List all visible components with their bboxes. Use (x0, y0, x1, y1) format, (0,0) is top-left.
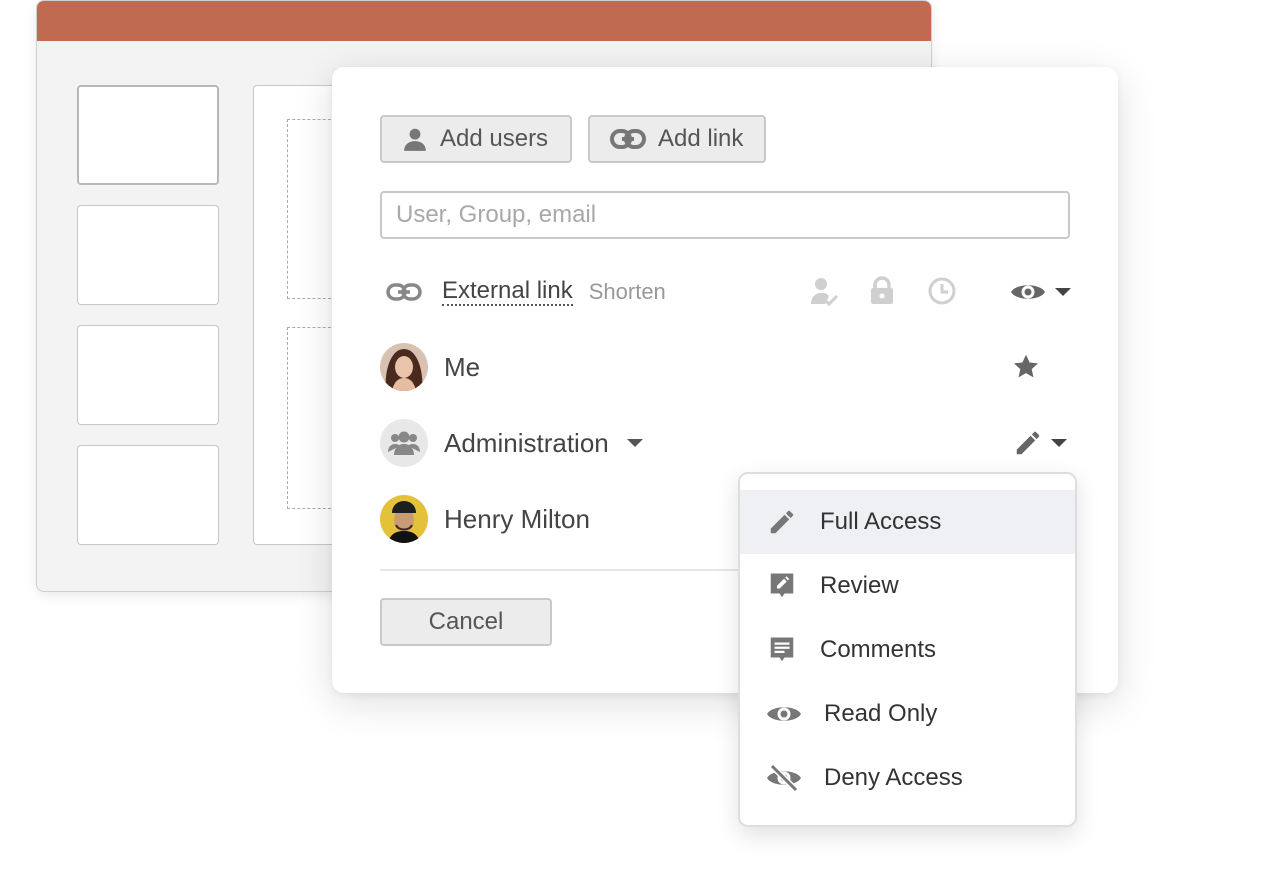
menu-item-comments[interactable]: Comments (740, 618, 1075, 682)
eye-slash-icon (764, 760, 804, 796)
page-thumbnail[interactable] (77, 85, 219, 185)
page-thumbnail[interactable] (77, 205, 219, 305)
group-name: Administration (444, 427, 609, 458)
star-icon (1010, 351, 1042, 383)
menu-item-label: Read Only (824, 700, 938, 727)
chevron-down-icon (1055, 288, 1071, 296)
user-row: Me (380, 343, 1070, 391)
user-search-input[interactable] (380, 191, 1070, 239)
shorten-link[interactable]: Shorten (589, 279, 666, 305)
group-row: Administration (380, 419, 1070, 467)
group-access-dropdown[interactable] (1008, 427, 1072, 459)
eye-icon (1011, 285, 1045, 299)
page-thumbnail[interactable] (77, 445, 219, 545)
user-name: Me (444, 351, 481, 382)
menu-item-label: Comments (820, 636, 937, 663)
cancel-button[interactable]: Cancel (380, 598, 552, 646)
menu-item-full-access[interactable]: Full Access (740, 490, 1075, 554)
avatar (380, 343, 428, 391)
avatar (380, 495, 428, 543)
group-avatar (380, 419, 428, 467)
external-link[interactable]: External link (442, 277, 573, 307)
add-users-label: Add users (440, 125, 549, 152)
eye-icon (764, 696, 804, 732)
add-link-label: Add link (658, 125, 744, 152)
pencil-icon (1016, 431, 1040, 455)
lock-icon[interactable] (868, 275, 896, 307)
background-titlebar (37, 1, 931, 41)
comment-icon (764, 632, 800, 668)
user-name: Henry Milton (444, 503, 590, 534)
link-icon (610, 129, 646, 149)
menu-item-read-only[interactable]: Read Only (740, 682, 1075, 746)
access-rights-menu: Full Access Review Comments Read Only De… (738, 472, 1077, 827)
add-users-button[interactable]: Add users (380, 115, 572, 163)
add-link-button[interactable]: Add link (588, 115, 766, 163)
link-access-dropdown[interactable] (1008, 277, 1072, 307)
menu-item-label: Full Access (820, 508, 942, 535)
pencil-icon (764, 504, 800, 540)
menu-item-review[interactable]: Review (740, 554, 1075, 618)
user-icon (404, 128, 426, 151)
external-link-row: External link Shorten (380, 268, 1070, 316)
user-check-icon[interactable] (808, 275, 840, 309)
page-thumbnail[interactable] (77, 325, 219, 425)
chevron-down-icon[interactable] (626, 439, 643, 447)
clock-icon[interactable] (926, 275, 958, 307)
link-icon (386, 283, 422, 301)
group-icon (388, 431, 420, 455)
review-icon (764, 568, 800, 604)
menu-item-label: Deny Access (824, 764, 963, 791)
chevron-down-icon (1051, 439, 1067, 447)
menu-item-deny-access[interactable]: Deny Access (740, 746, 1075, 810)
menu-item-label: Review (820, 572, 899, 599)
